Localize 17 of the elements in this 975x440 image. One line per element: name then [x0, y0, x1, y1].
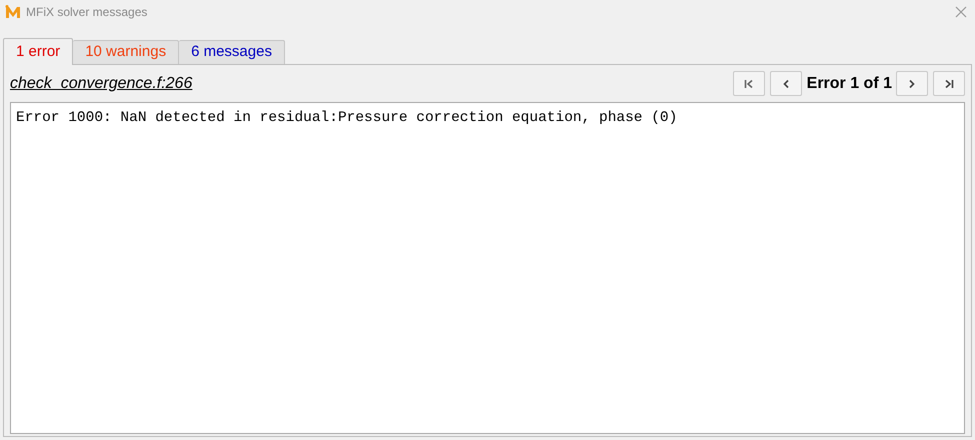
message-tab[interactable]: 6 messages — [179, 40, 285, 64]
last-page-icon — [944, 78, 954, 88]
error-message: Error 1000: NaN detected in residual:Pressure correction equation, phase (0) — [16, 109, 678, 128]
app-logo-icon — [5, 5, 21, 19]
first-page-icon — [744, 78, 754, 88]
chevron-left-icon — [782, 78, 790, 88]
error-counter: Error 1 of 1 — [806, 74, 892, 94]
first-button[interactable] — [732, 71, 765, 96]
previous-button[interactable] — [770, 71, 802, 96]
message-text-area[interactable]: Error 1000: NaN detected in residual:Pressure correction equation, phase (0) — [10, 102, 965, 434]
next-button[interactable] — [896, 71, 928, 96]
close-icon[interactable] — [955, 6, 967, 18]
message-tab[interactable]: 1 error — [3, 38, 74, 65]
last-button[interactable] — [933, 71, 965, 96]
window-title: MFiX solver messages — [26, 4, 148, 21]
chevron-right-icon — [908, 78, 916, 88]
source-file-link[interactable]: check_convergence.f:266 — [10, 72, 192, 96]
